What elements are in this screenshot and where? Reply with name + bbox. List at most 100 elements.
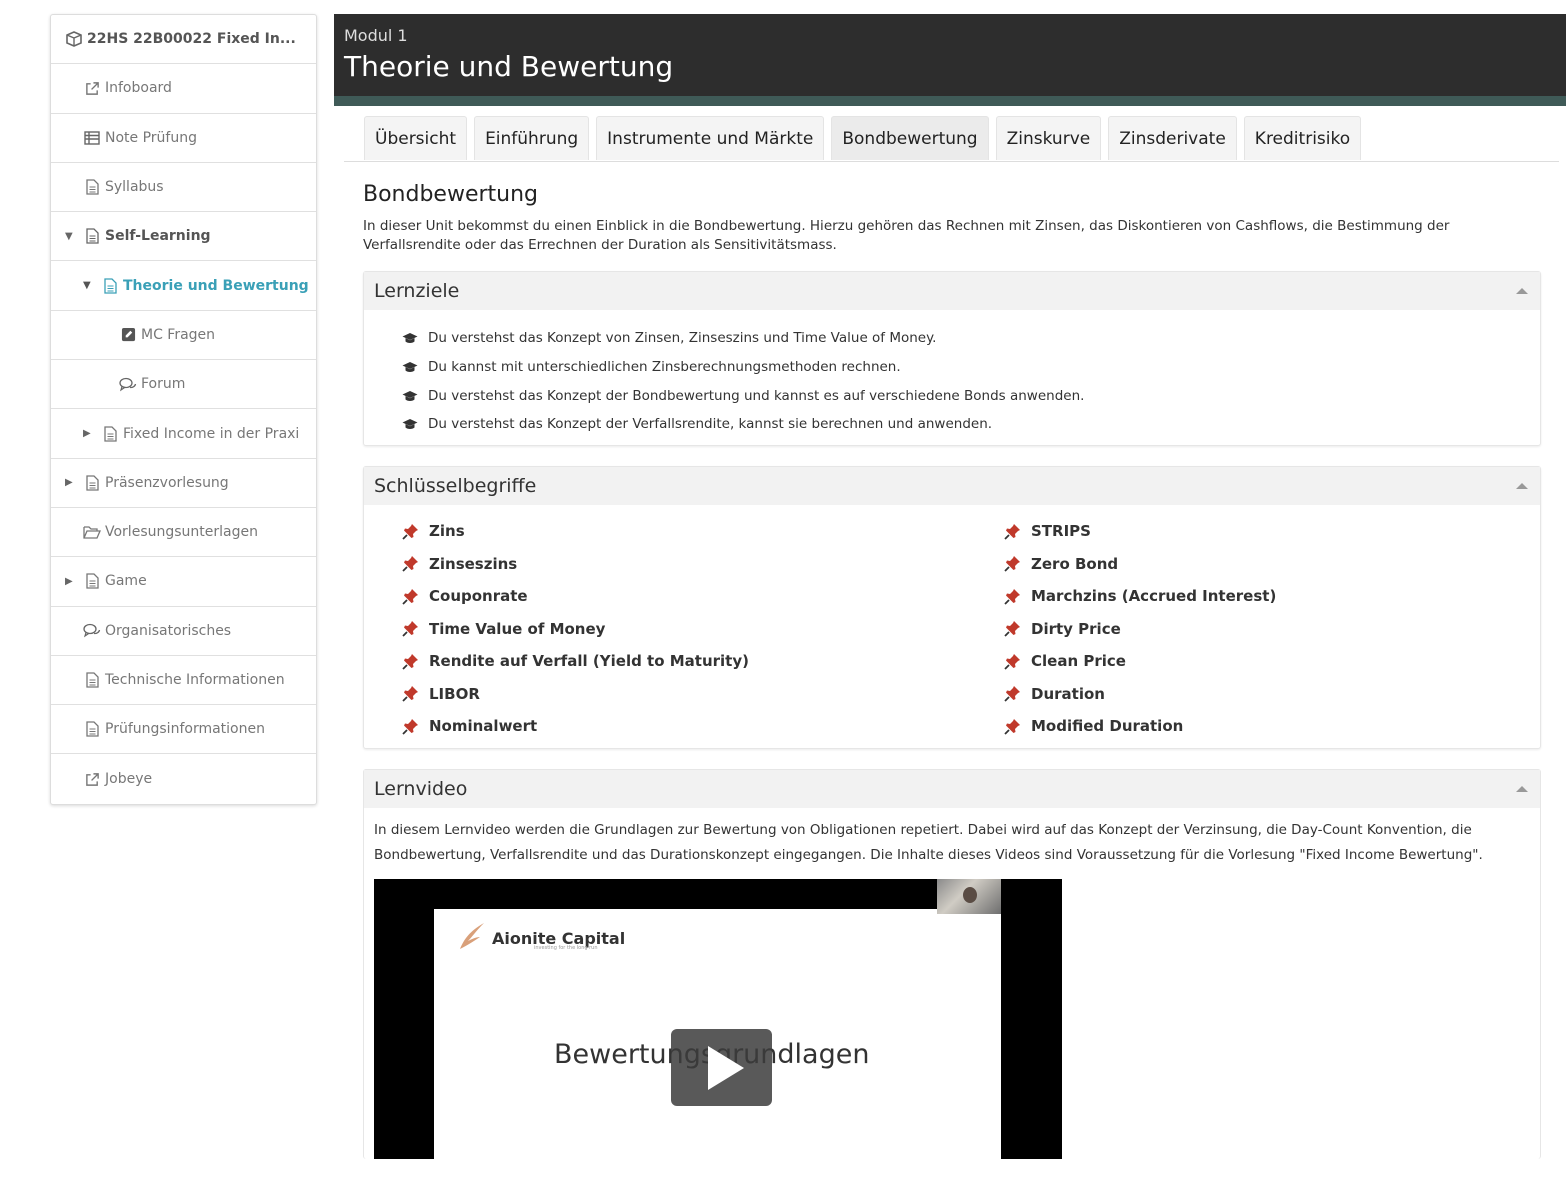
tab-bar: Übersicht Einführung Instrumente und Mär… <box>344 116 1559 162</box>
list-item: Du verstehst das Konzept der Bondbewertu… <box>402 381 1540 410</box>
sidebar-item-infoboard[interactable]: Infoboard <box>51 64 316 114</box>
caret-down-icon[interactable]: ▼ <box>83 280 91 291</box>
panel-lernvideo: Lernvideo In diesem Lernvideo werden die… <box>363 769 1541 1160</box>
module-subtitle: Modul 1 <box>344 26 408 45</box>
sidebar-item-label: Theorie und Bewertung <box>123 277 309 294</box>
pushpin-icon <box>1004 555 1021 572</box>
document-icon <box>83 475 101 491</box>
sidebar-item-label: Jobeye <box>105 771 153 788</box>
pushpin-icon <box>402 653 419 670</box>
list-icon <box>83 131 101 145</box>
video-player[interactable]: Aionite Capital investing for the long r… <box>374 879 1062 1160</box>
key-terms-right: STRIPS Zero Bond Marchzins (Accrued Inte… <box>1004 515 1540 743</box>
list-item: STRIPS <box>1004 515 1540 548</box>
tab-uebersicht[interactable]: Übersicht <box>364 116 468 160</box>
graduation-cap-icon <box>402 390 418 402</box>
caret-up-icon[interactable] <box>1516 288 1528 294</box>
folder-open-icon <box>83 525 101 539</box>
list-item: Du kannst mit unterschiedlichen Zinsbere… <box>402 353 1540 382</box>
pushpin-icon <box>1004 685 1021 702</box>
sidebar-item-praesenzvorlesung[interactable]: ▶ Präsenzvorlesung <box>51 459 316 508</box>
sidebar-item-label: Note Prüfung <box>105 129 197 146</box>
pushpin-icon <box>402 523 419 540</box>
sidebar-item-label: Organisatorisches <box>105 622 232 639</box>
list-item: LIBOR <box>402 677 1004 710</box>
pushpin-icon <box>402 620 419 637</box>
module-header: Modul 1 Theorie und Bewertung <box>334 14 1566 106</box>
sidebar-item-pruefungsinformationen[interactable]: Prüfungsinformationen <box>51 705 316 755</box>
tab-einfuehrung[interactable]: Einführung <box>474 116 590 160</box>
caret-up-icon[interactable] <box>1516 482 1528 489</box>
video-description: In diesem Lernvideo werden die Grundlage… <box>374 822 1483 863</box>
page-title: Theorie und Bewertung <box>344 50 674 83</box>
play-icon <box>707 1045 744 1090</box>
sidebar-item-label: Präsenzvorlesung <box>105 474 229 491</box>
caret-right-icon[interactable]: ▶ <box>83 428 91 439</box>
sidebar-item-label: 22HS 22B00022 Fixed In... <box>87 31 296 48</box>
sidebar-item-vorlesungsunterlagen[interactable]: Vorlesungsunterlagen <box>51 508 316 558</box>
sidebar-item-jobeye[interactable]: Jobeye <box>51 754 316 803</box>
cube-icon <box>65 31 83 48</box>
list-item: Du verstehst das Konzept von Zinsen, Zin… <box>402 324 1540 353</box>
caret-down-icon[interactable]: ▼ <box>65 231 73 242</box>
panel-title: Lernvideo <box>374 778 468 801</box>
caret-right-icon[interactable]: ▶ <box>65 576 73 587</box>
sidebar-item-course[interactable]: 22HS 22B00022 Fixed In... <box>51 15 316 65</box>
sidebar-item-mc-fragen[interactable]: MC Fragen <box>51 311 316 361</box>
sidebar-item-forum[interactable]: Forum <box>51 360 316 410</box>
list-item: Marchzins (Accrued Interest) <box>1004 580 1540 613</box>
sidebar-item-label: Forum <box>141 376 186 393</box>
external-link-icon <box>83 772 101 787</box>
caret-right-icon[interactable]: ▶ <box>65 477 73 488</box>
sidebar-item-note-pruefung[interactable]: Note Prüfung <box>51 114 316 163</box>
document-icon <box>83 228 101 244</box>
sidebar-item-syllabus[interactable]: Syllabus <box>51 163 316 213</box>
panel-header-schluesselbegriffe[interactable]: Schlüsselbegriffe <box>364 466 1540 505</box>
tab-instrumente-und-maerkte[interactable]: Instrumente und Märkte <box>596 116 825 160</box>
play-button[interactable] <box>671 1029 772 1107</box>
caret-up-icon[interactable] <box>1516 786 1528 793</box>
bird-logo-icon <box>458 921 486 955</box>
sidebar-item-fixed-income-praxis[interactable]: ▶ Fixed Income in der Praxi <box>51 409 316 459</box>
list-item: Modified Duration <box>1004 710 1540 743</box>
document-icon <box>83 179 101 195</box>
panel-header-lernziele[interactable]: Lernziele <box>364 272 1540 310</box>
comments-icon <box>83 623 101 638</box>
sidebar: 22HS 22B00022 Fixed In... Infoboard Note… <box>50 14 317 805</box>
sidebar-item-theorie-und-bewertung[interactable]: ▼ Theorie und Bewertung <box>51 261 316 311</box>
sidebar-item-label: Syllabus <box>105 179 164 196</box>
sidebar-item-label: Vorlesungsunterlagen <box>105 524 258 541</box>
sidebar-item-self-learning[interactable]: ▼ Self-Learning <box>51 212 316 262</box>
tab-zinskurve[interactable]: Zinskurve <box>995 116 1102 160</box>
pushpin-icon <box>1004 588 1021 605</box>
sidebar-item-organisatorisches[interactable]: Organisatorisches <box>51 607 316 656</box>
list-item: Duration <box>1004 677 1540 710</box>
sidebar-item-label: Technische Informationen <box>105 672 285 688</box>
list-item: Dirty Price <box>1004 612 1540 645</box>
graduation-cap-icon <box>402 418 418 430</box>
tab-kreditrisiko[interactable]: Kreditrisiko <box>1243 116 1362 160</box>
main-content: Bondbewertung In dieser Unit bekommst du… <box>363 182 1541 1160</box>
tab-zinsderivate[interactable]: Zinsderivate <box>1108 116 1237 160</box>
pushpin-icon <box>1004 653 1021 670</box>
list-item: Du verstehst das Konzept der Verfallsren… <box>402 410 1540 439</box>
pushpin-icon <box>402 588 419 605</box>
document-icon <box>101 277 119 294</box>
key-terms-left: Zins Zinseszins Couponrate Time Value of… <box>402 515 1004 743</box>
panel-header-lernvideo[interactable]: Lernvideo <box>364 770 1540 809</box>
key-terms-grid: Zins Zinseszins Couponrate Time Value of… <box>364 505 1540 749</box>
document-icon <box>83 721 101 737</box>
sidebar-item-label: Self-Learning <box>105 228 211 245</box>
sidebar-item-game[interactable]: ▶ Game <box>51 557 316 607</box>
sidebar-item-label: Game <box>105 573 147 590</box>
presenter-webcam <box>937 879 1001 915</box>
list-item: Clean Price <box>1004 645 1540 678</box>
tab-bondbewertung[interactable]: Bondbewertung <box>831 116 989 160</box>
list-item: Zinseszins <box>402 547 1004 580</box>
document-icon <box>83 573 101 590</box>
graduation-cap-icon <box>402 361 418 373</box>
comments-icon <box>119 377 137 392</box>
sidebar-item-technische-informationen[interactable]: Technische Informationen <box>51 656 316 706</box>
panel-lernziele: Lernziele Du verstehst das Konzept von Z… <box>363 271 1541 446</box>
sidebar-item-label: Fixed Income in der Praxi <box>123 425 300 442</box>
